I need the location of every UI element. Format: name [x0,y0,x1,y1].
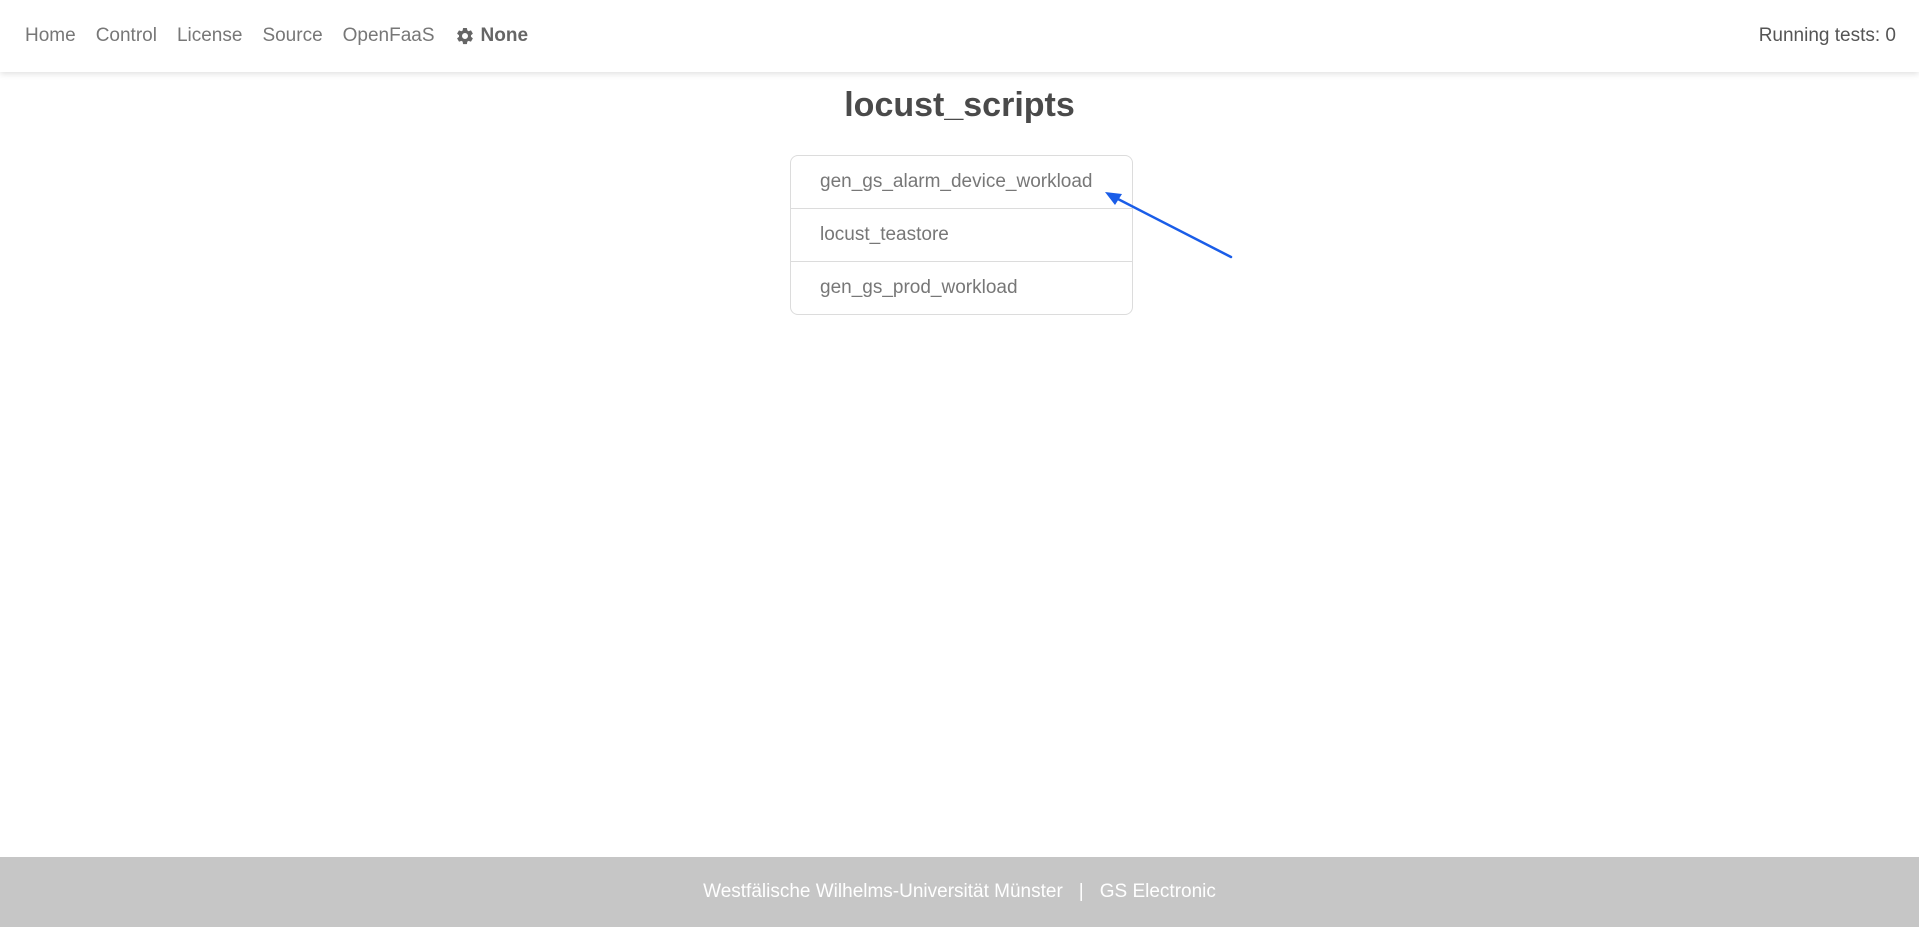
page-title: locust_scripts [844,86,1075,124]
script-item-locust-teastore[interactable]: locust_teastore [791,209,1132,262]
annotation-arrow [1105,192,1233,259]
nav-link-openfaas[interactable]: OpenFaaS [343,25,435,47]
running-tests-indicator: Running tests: 0 [1758,25,1896,46]
nav-link-source[interactable]: Source [262,25,322,47]
script-item-gen-gs-prod-workload[interactable]: gen_gs_prod_workload [791,262,1132,314]
nav-link-license[interactable]: License [177,25,243,47]
top-navbar: Home Control License Source OpenFaaS Non… [0,0,1919,72]
user-settings-menu[interactable]: None [455,25,529,47]
footer-separator: | [1078,881,1084,902]
nav-link-control[interactable]: Control [96,25,157,47]
nav-link-home[interactable]: Home [25,25,76,47]
scripts-list: gen_gs_alarm_device_workload locust_teas… [790,155,1133,315]
footer-company: GS Electronic [1099,881,1216,902]
footer-university: Westfälische Wilhelms-Universität Münste… [703,881,1063,902]
nav-links: Home Control License Source OpenFaaS Non… [25,0,528,72]
user-label: None [480,25,529,46]
script-item-gen-gs-alarm-device-workload[interactable]: gen_gs_alarm_device_workload [791,156,1132,209]
gear-icon [455,26,475,46]
footer: Westfälische Wilhelms-Universität Münste… [0,857,1919,927]
